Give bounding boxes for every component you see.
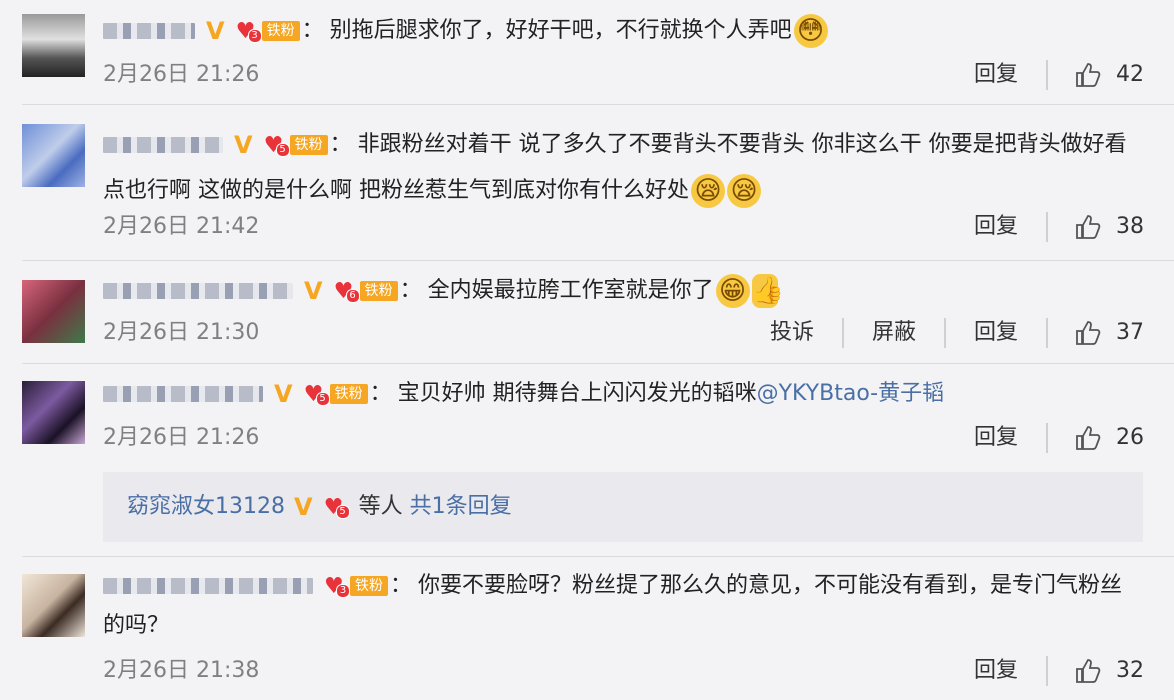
fan-badge[interactable]: ♥ 6 铁粉 — [332, 279, 398, 303]
divider — [22, 363, 1174, 364]
view-replies-link[interactable]: 共1条回复 — [410, 494, 512, 519]
comment-3: V ♥ 6 铁粉 ：全内娱最拉胯工作室就是你了 😁 👍 2月26日 21:30 投诉 … — [0, 260, 1174, 365]
report-button[interactable]: 投诉 — [770, 318, 842, 348]
heart-icon: ♥ 6 — [332, 279, 360, 303]
flushed-emoji-icon: 😳 — [793, 14, 828, 48]
avatar[interactable] — [22, 381, 85, 444]
heart-icon: ♥ 3 — [322, 574, 350, 598]
fan-label: 铁粉 — [289, 135, 328, 155]
comment-time: 2月26日 21:42 — [103, 214, 260, 239]
comment-actions: 回复 42 — [974, 60, 1144, 90]
fan-label: 铁粉 — [350, 576, 388, 596]
comment-time: 2月26日 21:30 — [103, 320, 260, 345]
verified-v-icon: V — [294, 493, 313, 521]
avatar[interactable] — [22, 14, 85, 77]
fan-label: 铁粉 — [261, 21, 300, 41]
grin-emoji-icon: 😁 — [715, 274, 750, 308]
username[interactable] — [103, 137, 223, 153]
like-button[interactable]: 32 — [1046, 656, 1144, 686]
thumbs-up-icon — [1076, 63, 1101, 87]
comment-text: 全内娱最拉胯工作室就是你了 — [427, 278, 714, 303]
thumbs-up-icon — [1076, 215, 1101, 239]
comment-time: 2月26日 21:26 — [103, 62, 260, 87]
reply-button[interactable]: 回复 — [974, 60, 1046, 90]
mention-link[interactable]: @YKYBtao-黄子韬 — [757, 381, 945, 406]
reply-username[interactable]: 窈窕淑女13128 — [127, 494, 285, 519]
fan-badge[interactable]: ♥ 5 — [322, 495, 350, 519]
fan-badge[interactable]: ♥ 3 铁粉 — [234, 19, 300, 43]
like-button[interactable]: 26 — [1046, 423, 1144, 453]
comment-text: 宝贝好帅 期待舞台上闪闪发光的韬咪 — [397, 381, 757, 406]
sleepy-emoji-icon: 😪 — [691, 174, 725, 208]
avatar[interactable] — [22, 280, 85, 343]
like-button[interactable]: 42 — [1046, 60, 1144, 90]
comment-body: V ♥ 5 铁粉 ：非跟粉丝对着干 说了多久了不要背头不要背头 你非这么干 你要是… — [103, 122, 1144, 214]
comment-body: V ♥ 3 铁粉 ：别拖后腿求你了，好好干吧，不行就换个人弄吧 😳 — [103, 14, 1144, 48]
thumbs-up-emoji-icon: 👍 — [751, 274, 784, 308]
verified-v-icon: V — [234, 131, 253, 159]
comment-actions: 回复 26 — [974, 423, 1144, 453]
reply-button[interactable]: 回复 — [943, 318, 1046, 348]
heart-icon: ♥ 5 — [262, 133, 290, 157]
like-button[interactable]: 37 — [1046, 318, 1144, 348]
heart-icon: ♥ 5 — [322, 495, 350, 519]
heart-icon: ♥ 5 — [302, 382, 330, 406]
comment-actions: 投诉 屏蔽 回复 37 — [770, 318, 1144, 348]
thumbs-up-icon — [1076, 426, 1101, 450]
like-count: 38 — [1116, 214, 1144, 239]
avatar[interactable] — [22, 574, 85, 637]
fan-badge[interactable]: ♥ 3 铁粉 — [322, 574, 388, 598]
username[interactable] — [103, 283, 293, 299]
reply-button[interactable]: 回复 — [974, 212, 1046, 242]
avatar[interactable] — [22, 124, 85, 187]
fan-label: 铁粉 — [329, 384, 368, 404]
heart-icon: ♥ 3 — [234, 19, 262, 43]
comment-body: V ♥ 6 铁粉 ：全内娱最拉胯工作室就是你了 😁 👍 — [103, 274, 1144, 308]
comment-text: 别拖后腿求你了，好好干吧，不行就换个人弄吧 — [329, 18, 792, 43]
like-count: 26 — [1116, 425, 1144, 450]
verified-v-icon: V — [274, 380, 293, 408]
comment-time: 2月26日 21:38 — [103, 658, 260, 683]
divider — [22, 104, 1174, 105]
username[interactable] — [103, 578, 313, 594]
comment-body: V ♥ 5 铁粉 ：宝贝好帅 期待舞台上闪闪发光的韬咪@YKYBtao-黄子韬 — [103, 379, 1144, 409]
comment-5: ♥ 3 铁粉 ：你要不要脸呀？粉丝提了那么久的意见，不可能没有看到，是专门气粉丝的… — [0, 556, 1174, 700]
verified-v-icon: V — [304, 277, 323, 305]
comment-actions: 回复 38 — [974, 212, 1144, 242]
like-count: 42 — [1116, 62, 1144, 87]
fan-badge[interactable]: ♥ 5 铁粉 — [302, 382, 368, 406]
comment-time: 2月26日 21:26 — [103, 425, 260, 450]
like-button[interactable]: 38 — [1046, 212, 1144, 242]
comment-2: V ♥ 5 铁粉 ：非跟粉丝对着干 说了多久了不要背头不要背头 你非这么干 你要是… — [0, 110, 1174, 260]
reply-button[interactable]: 回复 — [974, 423, 1046, 453]
thumbs-up-icon — [1076, 659, 1101, 683]
comment-body: ♥ 3 铁粉 ：你要不要脸呀？粉丝提了那么久的意见，不可能没有看到，是专门气粉丝的… — [103, 573, 1123, 638]
sleepy-emoji-icon: 😪 — [727, 174, 761, 208]
comment-actions: 回复 32 — [974, 656, 1144, 686]
comment-1: V ♥ 3 铁粉 ：别拖后腿求你了，好好干吧，不行就换个人弄吧 😳 2月26日 21… — [0, 0, 1174, 110]
fan-badge[interactable]: ♥ 5 铁粉 — [262, 133, 328, 157]
like-count: 32 — [1116, 658, 1144, 683]
username[interactable] — [103, 23, 195, 39]
verified-v-icon: V — [206, 17, 225, 45]
thumbs-up-icon — [1076, 321, 1101, 345]
comment-text: 非跟粉丝对着干 说了多久了不要背头不要背头 你非这么干 你要是把背头做好看点也行… — [103, 132, 1127, 203]
fan-label: 铁粉 — [359, 281, 398, 301]
like-count: 37 — [1116, 320, 1144, 345]
reply-suffix: 等人 — [358, 494, 403, 519]
username[interactable] — [103, 386, 263, 402]
reply-summary[interactable]: 窈窕淑女13128 V ♥ 5 等人 共1条回复 — [103, 472, 1143, 542]
reply-button[interactable]: 回复 — [974, 656, 1046, 686]
block-button[interactable]: 屏蔽 — [841, 318, 944, 348]
